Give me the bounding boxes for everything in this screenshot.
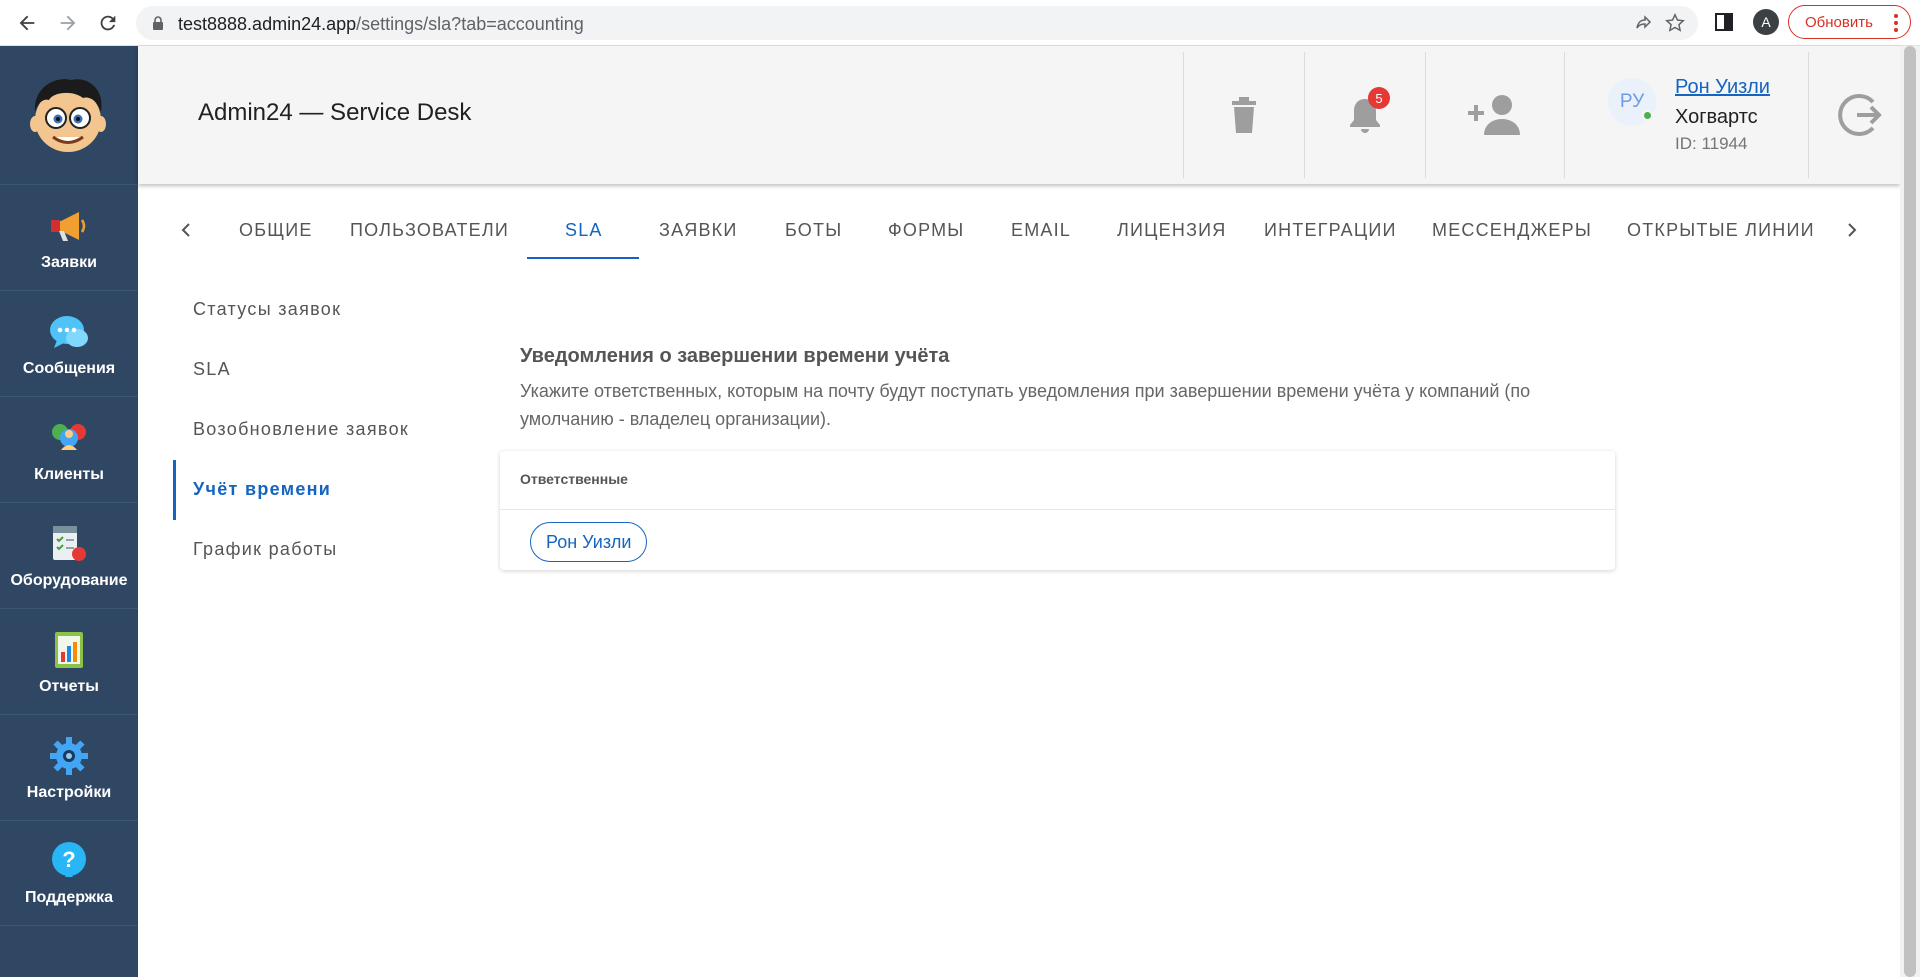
browser-update-button[interactable]: Обновить [1788,5,1911,39]
url-text: test8888.admin24.app/settings/sla?tab=ac… [178,14,584,35]
sidebar-item-label: Заявки [41,253,97,271]
update-label: Обновить [1805,13,1873,31]
arrow-left-icon [19,15,35,31]
tab-integrations[interactable]: Интеграции [1264,200,1397,260]
reports-icon [55,631,83,668]
logout-icon [1838,94,1882,136]
sidebar-item-label: Поддержка [24,889,114,906]
browser-profile-avatar[interactable]: A [1753,9,1779,35]
scrollbar-thumb[interactable] [1904,46,1916,977]
header-divider [1564,52,1565,178]
sidebar-item-support[interactable]: ? Поддержка [0,820,138,926]
sidebar-item-label: Клиенты [34,465,104,483]
logout-button[interactable] [1830,46,1890,184]
sidebar-item-equipment[interactable]: Оборудование [0,502,138,608]
app-header: Admin24 — Service Desk 5 РУ Рон Уизли Хо… [138,46,1900,184]
address-bar[interactable]: test8888.admin24.app/settings/sla?tab=ac… [136,6,1698,40]
sidebar-item-label: Настройки [26,783,112,801]
side-panel-icon[interactable] [1714,12,1734,32]
tab-users[interactable]: Пользователи [350,200,509,260]
submenu-sla[interactable]: SLA [173,341,473,397]
sidebar-item-settings[interactable]: Настройки [0,714,138,820]
tab-license[interactable]: Лицензия [1117,200,1226,260]
reload-icon [100,15,116,31]
trash-button[interactable] [1184,46,1304,184]
bookmark-star-icon[interactable] [1664,12,1686,34]
chevron-left-icon[interactable] [174,218,198,242]
submenu-label: Возобновление заявок [193,418,410,439]
notification-count-badge: 5 [1368,87,1390,109]
sidebar-item-label: Оборудование [10,571,128,589]
page-scrollbar[interactable] [1900,46,1920,977]
responsible-column-header: Ответственные [520,471,628,487]
active-tab-indicator [527,257,639,259]
user-id: ID: 11944 [1675,134,1748,153]
help-icon: ? [52,842,86,877]
url-path: /settings/sla?tab=accounting [356,14,584,34]
sidebar: Заявки Сообщения Клиенты Оборудование От… [0,46,138,977]
user-name-link[interactable]: Рон Уизли [1675,76,1770,99]
trash-icon [1232,97,1256,133]
gear-icon [50,736,88,775]
sidebar-item-tickets[interactable]: Заявки [0,184,138,290]
megaphone-icon [51,211,86,241]
add-user-icon [1468,95,1520,135]
add-user-button[interactable] [1426,46,1564,184]
share-icon[interactable] [1634,13,1654,33]
submenu-ticket-statuses[interactable]: Статусы заявок [173,281,473,337]
lock-icon [153,16,163,30]
submenu-label: SLA [193,358,231,379]
submenu-label: Учёт времени [193,478,332,499]
forward-button[interactable] [53,8,83,38]
back-button[interactable] [12,8,42,38]
reload-button[interactable] [93,8,123,38]
tab-bots[interactable]: Боты [785,200,842,260]
tab-general[interactable]: Общие [239,200,313,260]
submenu-work-schedule[interactable]: График работы [173,521,473,577]
section-title: Уведомления о завершении времени учёта [520,345,950,367]
submenu-label: Статусы заявок [193,298,342,319]
sidebar-item-messages[interactable]: Сообщения [0,290,138,396]
browser-toolbar: test8888.admin24.app/settings/sla?tab=ac… [0,0,1920,46]
section-description: Укажите ответственных, которым на почту … [520,381,1531,429]
header-divider [1808,52,1809,178]
tab-open-lines[interactable]: Открытые линии [1627,200,1815,260]
tab-tickets[interactable]: Заявки [659,200,738,260]
notifications-button[interactable]: 5 [1305,46,1425,184]
divider [500,509,1615,510]
logo-avatar[interactable] [27,74,109,156]
tab-messengers[interactable]: Мессенджеры [1432,200,1592,260]
clients-icon [52,423,86,450]
responsible-user-chip[interactable]: Рон Уизли [530,522,648,562]
tab-forms[interactable]: Формы [888,200,964,260]
submenu-label: График работы [193,538,338,559]
sidebar-item-reports[interactable]: Отчеты [0,608,138,714]
sidebar-item-clients[interactable]: Клиенты [0,396,138,502]
submenu-ticket-resumption[interactable]: Возобновление заявок [173,401,473,457]
online-status-dot [1642,110,1653,121]
sidebar-item-label: Отчеты [39,677,99,695]
user-company: Хогвартс [1675,106,1758,128]
chat-bubbles-icon [50,315,88,348]
arrow-right-icon [60,15,76,31]
equipment-icon [53,525,86,561]
page-title: Admin24 — Service Desk [198,99,472,126]
tab-sla[interactable]: SLA [565,200,603,260]
settings-tabs: Общие Пользователи SLA Заявки Боты Формы… [138,200,1900,260]
url-host: test8888.admin24.app [178,14,357,34]
responsible-card: Ответственные Рон Уизли [500,451,1615,570]
svg-text:?: ? [62,847,75,872]
more-vert-icon [1894,14,1898,32]
submenu-time-accounting[interactable]: Учёт времени [173,461,473,517]
chevron-right-icon[interactable] [1840,218,1864,242]
sidebar-item-label: Сообщения [22,359,116,377]
tab-email[interactable]: Email [1011,200,1071,260]
